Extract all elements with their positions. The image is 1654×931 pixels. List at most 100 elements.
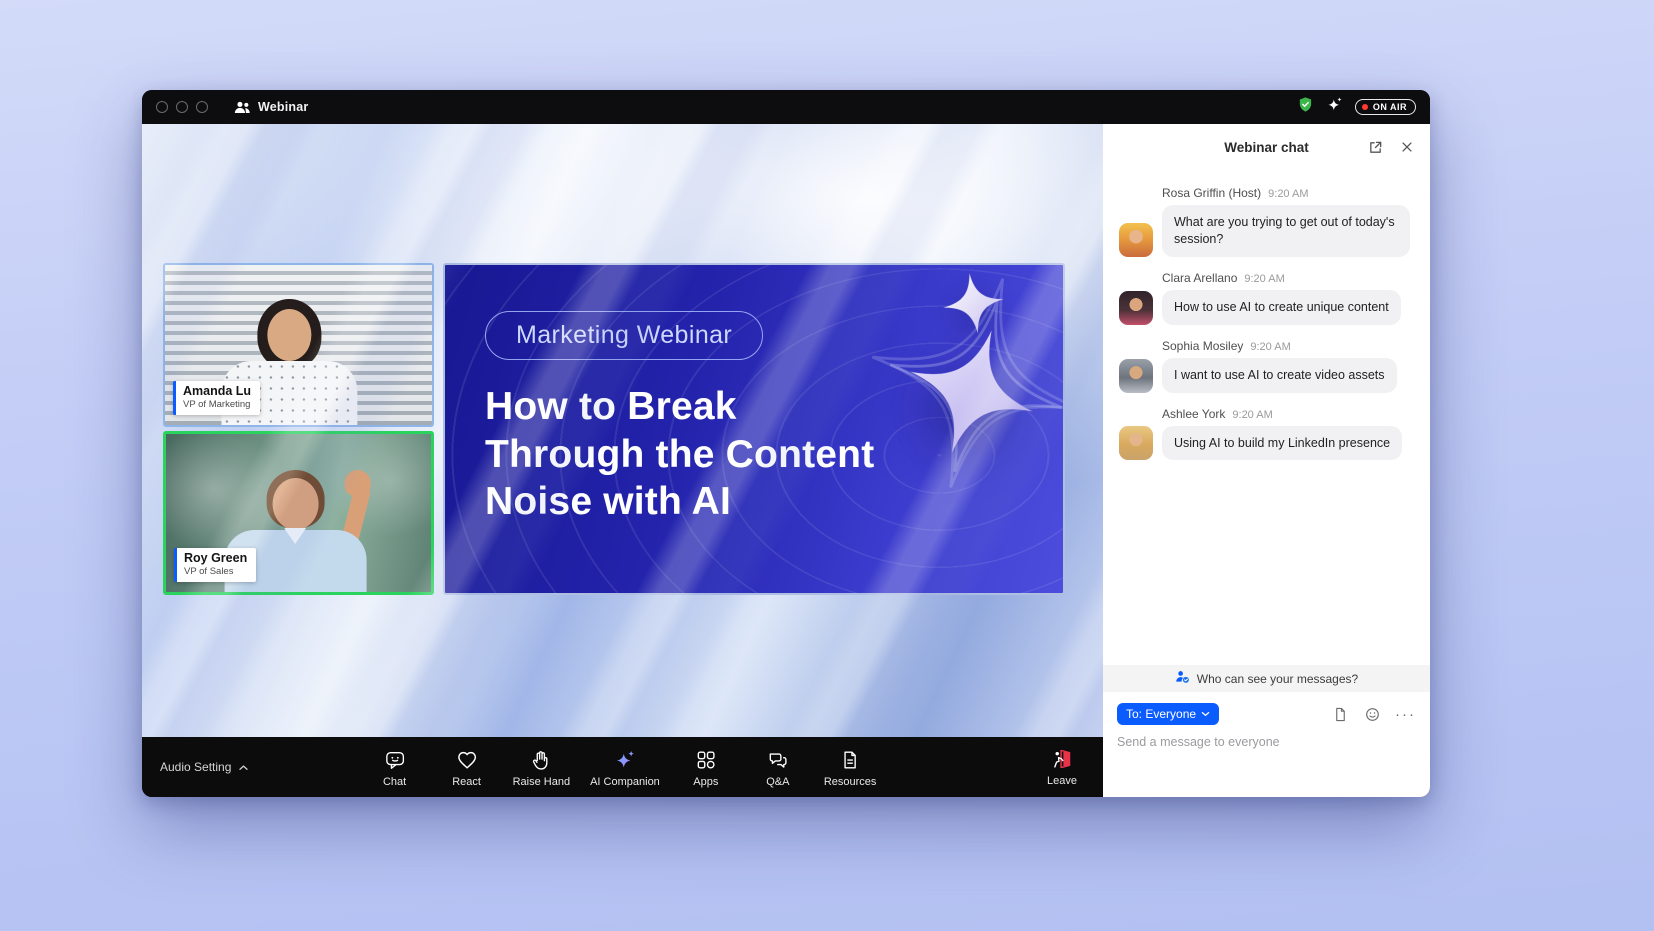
visibility-note-text: Who can see your messages? xyxy=(1197,672,1358,686)
toolbar-button-label: Apps xyxy=(693,776,718,788)
shared-screen-slide: Marketing Webinar How to Break Through t… xyxy=(443,263,1065,595)
message-bubble: Using AI to build my LinkedIn presence xyxy=(1162,426,1402,461)
participant-role: VP of Sales xyxy=(184,566,247,578)
to-selector-label: To: Everyone xyxy=(1126,707,1196,721)
webinar-chat-panel: Webinar chat xyxy=(1103,124,1430,797)
minimize-window-button[interactable] xyxy=(176,101,188,113)
avatar xyxy=(1119,291,1153,325)
chevron-down-icon xyxy=(1201,711,1210,717)
participant-name: Roy Green xyxy=(184,551,247,566)
participant-name: Amanda Lu xyxy=(183,384,251,399)
video-stage: Amanda Lu VP of Marketing Roy Green xyxy=(142,124,1103,737)
on-air-badge: ON AIR xyxy=(1355,99,1416,115)
ai-companion-sparkle-icon[interactable] xyxy=(1326,96,1343,118)
leave-label: Leave xyxy=(1047,775,1077,787)
titlebar-status-icons: ON AIR xyxy=(1297,96,1416,118)
toolbar-button-label: Q&A xyxy=(766,776,789,788)
message-bubble: How to use AI to create unique content xyxy=(1162,290,1401,325)
app-identity: Webinar xyxy=(234,100,309,114)
chat-header: Webinar chat xyxy=(1103,124,1430,170)
toolbar-qa-button[interactable]: Q&A xyxy=(746,744,810,790)
on-air-dot xyxy=(1362,104,1368,110)
heart-icon xyxy=(456,748,478,772)
video-tile-roy-green[interactable]: Roy Green VP of Sales xyxy=(163,431,434,595)
participant-role: VP of Marketing xyxy=(183,399,251,411)
toolbar-button-label: AI Companion xyxy=(590,776,660,788)
close-icon xyxy=(1400,140,1414,154)
toolbar-chat-button[interactable]: Chat xyxy=(363,744,427,790)
to-everyone-selector[interactable]: To: Everyone xyxy=(1117,703,1219,725)
webinar-window: Webinar ON AIR xyxy=(142,90,1430,797)
ai-sparkle-icon xyxy=(614,748,636,772)
file-icon xyxy=(1333,707,1348,722)
toolbar-resources-button[interactable]: Resources xyxy=(818,744,883,790)
raised-hand-icon xyxy=(530,748,552,772)
security-shield-icon[interactable] xyxy=(1297,96,1314,118)
message-bubble: I want to use AI to create video assets xyxy=(1162,358,1397,393)
audio-setting-label: Audio Setting xyxy=(160,760,231,774)
slide-title: How to Break Through the Content Noise w… xyxy=(485,383,935,526)
chat-message: Ashlee York 9:20 AM Using AI to build my… xyxy=(1119,407,1414,461)
avatar xyxy=(1119,426,1153,460)
toolbar-button-label: React xyxy=(452,776,481,788)
window-title: Webinar xyxy=(258,100,309,114)
composer-controls: To: Everyone ··· xyxy=(1103,692,1430,725)
toolbar-raise-hand-button[interactable]: Raise Hand xyxy=(507,744,576,790)
toolbar-center-buttons: Chat React Raise Hand xyxy=(363,744,883,790)
toolbar-button-label: Chat xyxy=(383,776,406,788)
toolbar-apps-button[interactable]: Apps xyxy=(674,744,738,790)
chat-message: Sophia Mosiley 9:20 AM I want to use AI … xyxy=(1119,339,1414,393)
chat-panel-title: Webinar chat xyxy=(1224,140,1309,155)
audio-setting-button[interactable]: Audio Setting xyxy=(160,758,249,776)
avatar xyxy=(1119,223,1153,257)
toolbar-button-label: Raise Hand xyxy=(513,776,570,788)
meeting-main-area: Amanda Lu VP of Marketing Roy Green xyxy=(142,124,1103,797)
chat-message-list: Rosa Griffin (Host) 9:20 AM What are you… xyxy=(1103,170,1430,665)
pop-out-chat-button[interactable] xyxy=(1366,138,1385,157)
apps-grid-icon xyxy=(695,748,717,772)
message-timestamp: 9:20 AM xyxy=(1250,341,1290,353)
desktop-background: Webinar ON AIR xyxy=(0,0,1654,931)
participants-icon xyxy=(234,100,251,114)
message-timestamp: 9:20 AM xyxy=(1268,188,1308,200)
message-visibility-note[interactable]: Who can see your messages? xyxy=(1103,665,1430,692)
chat-message: Clara Arellano 9:20 AM How to use AI to … xyxy=(1119,271,1414,325)
document-icon xyxy=(839,748,861,772)
message-author: Ashlee York xyxy=(1162,407,1225,421)
toolbar-ai-companion-button[interactable]: AI Companion xyxy=(584,744,666,790)
smiley-icon xyxy=(1365,707,1380,722)
attach-file-button[interactable] xyxy=(1331,705,1350,724)
nameplate: Amanda Lu VP of Marketing xyxy=(173,381,260,415)
leave-button[interactable]: Leave xyxy=(1047,747,1077,787)
avatar xyxy=(1119,359,1153,393)
message-author: Rosa Griffin (Host) xyxy=(1162,186,1261,200)
chat-message: Rosa Griffin (Host) 9:20 AM What are you… xyxy=(1119,186,1414,257)
window-controls xyxy=(156,101,208,113)
meeting-toolbar: Audio Setting Chat xyxy=(142,737,1103,797)
message-timestamp: 9:20 AM xyxy=(1232,409,1272,421)
more-options-button[interactable]: ··· xyxy=(1395,707,1416,722)
window-content: Amanda Lu VP of Marketing Roy Green xyxy=(142,124,1430,797)
on-air-label: ON AIR xyxy=(1373,102,1407,112)
pop-out-icon xyxy=(1368,140,1383,155)
chat-bubble-icon xyxy=(384,748,406,772)
toolbar-react-button[interactable]: React xyxy=(435,744,499,790)
toolbar-button-label: Resources xyxy=(824,776,877,788)
message-bubble: What are you trying to get out of today'… xyxy=(1162,205,1410,257)
maximize-window-button[interactable] xyxy=(196,101,208,113)
emoji-button[interactable] xyxy=(1363,705,1382,724)
person-check-icon xyxy=(1175,669,1190,689)
slide-badge: Marketing Webinar xyxy=(485,311,763,360)
nameplate: Roy Green VP of Sales xyxy=(174,548,256,582)
video-tile-amanda-lu[interactable]: Amanda Lu VP of Marketing xyxy=(163,263,434,427)
message-timestamp: 9:20 AM xyxy=(1244,273,1284,285)
message-author: Sophia Mosiley xyxy=(1162,339,1243,353)
chevron-up-icon xyxy=(238,758,249,776)
message-author: Clara Arellano xyxy=(1162,271,1237,285)
leave-door-icon xyxy=(1051,747,1073,771)
chat-message-input[interactable] xyxy=(1103,725,1430,749)
close-window-button[interactable] xyxy=(156,101,168,113)
qa-bubbles-icon xyxy=(767,748,789,772)
window-titlebar: Webinar ON AIR xyxy=(142,90,1430,124)
close-chat-button[interactable] xyxy=(1398,138,1416,156)
